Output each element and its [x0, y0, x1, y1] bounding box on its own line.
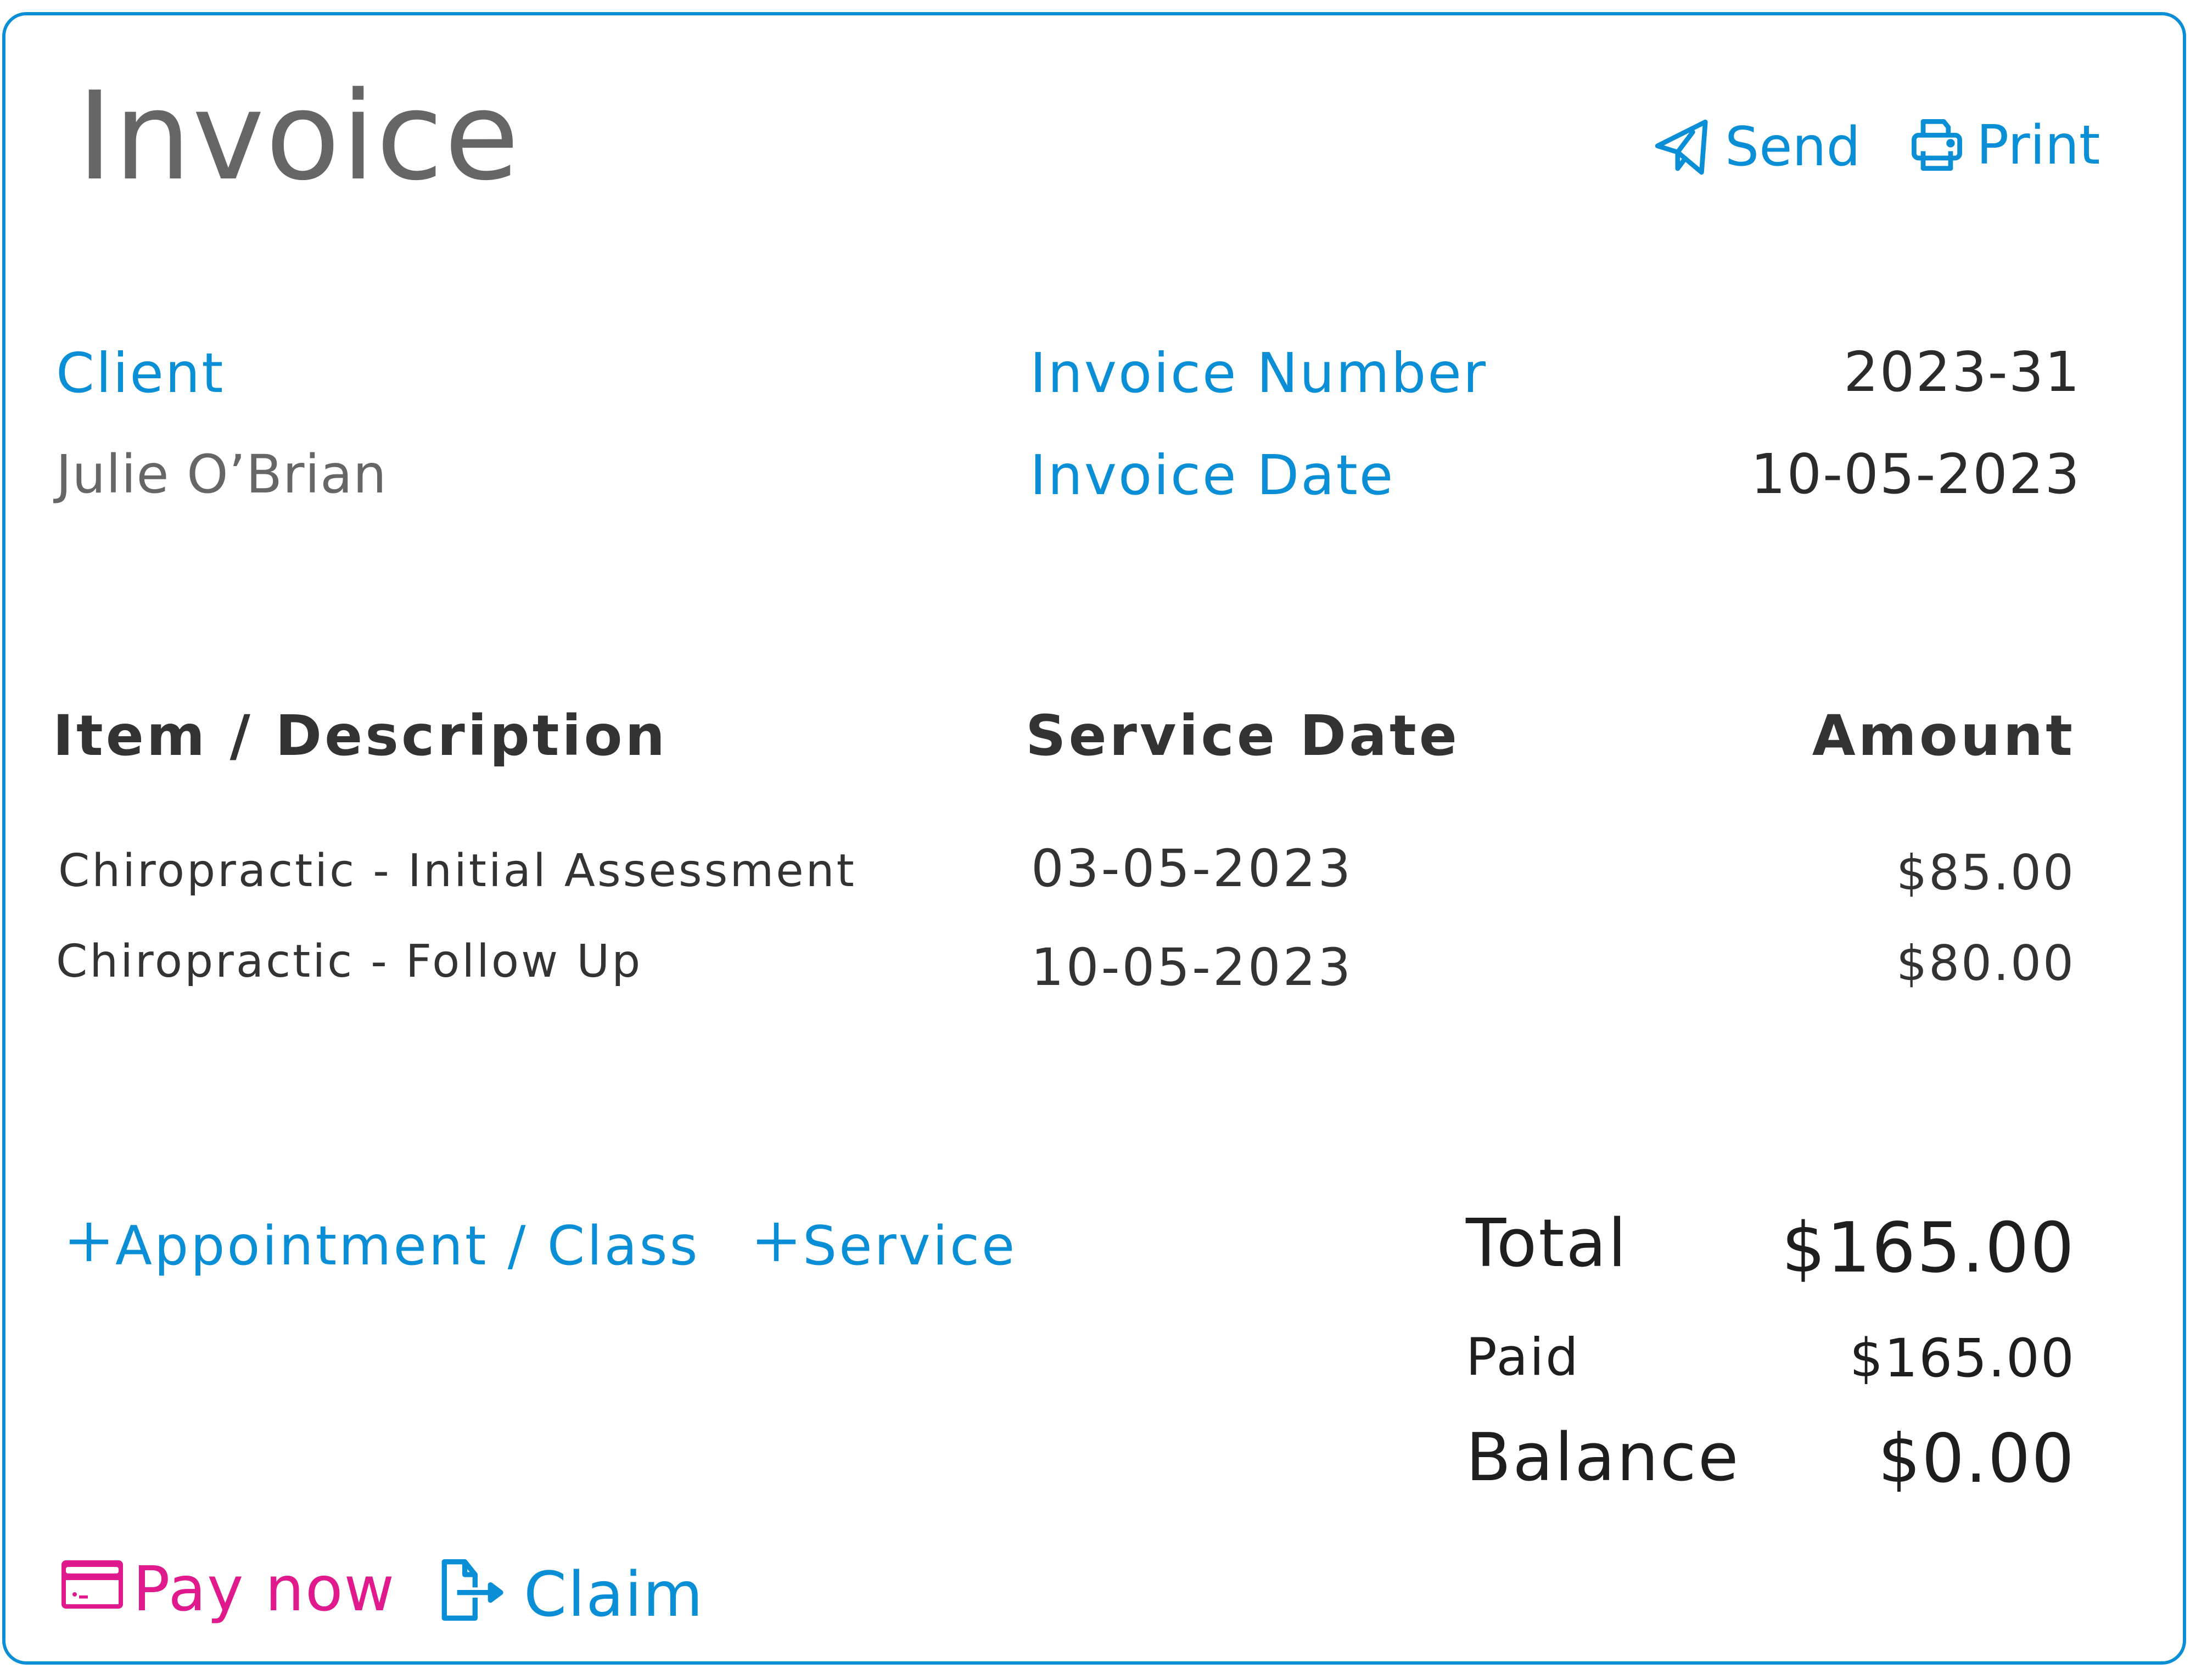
claim-label: Claim [524, 1559, 704, 1631]
add-service-label: Service [803, 1215, 1017, 1278]
invoice-date-value: 10-05-2023 [1750, 442, 2081, 506]
page-title: Invoice [77, 66, 520, 208]
row-service-date: 10-05-2023 [1031, 938, 1353, 998]
column-header-amount: Amount [1812, 703, 2075, 769]
print-button[interactable]: Print [1909, 117, 2100, 174]
invoice-number-label: Invoice Number [1030, 341, 1488, 405]
pay-now-button[interactable]: Pay now [59, 1558, 395, 1621]
add-service-button[interactable]: Service [753, 1219, 1017, 1274]
credit-card-icon [59, 1558, 125, 1621]
row-service-date: 03-05-2023 [1031, 839, 1353, 899]
file-export-icon [439, 1556, 516, 1634]
print-label: Print [1976, 114, 2100, 177]
paper-plane-icon [1652, 117, 1713, 177]
printer-icon [1909, 117, 1964, 174]
send-label: Send [1725, 116, 1861, 178]
paid-value: $165.00 [1850, 1328, 2075, 1389]
balance-value: $0.00 [1878, 1420, 2075, 1498]
client-label: Client [56, 341, 225, 405]
send-button[interactable]: Send [1652, 117, 1861, 177]
row-description: Chiropractic - Initial Assessment [58, 845, 856, 897]
add-appointment-class-label: Appointment / Class [115, 1215, 700, 1278]
paid-label: Paid [1466, 1328, 1580, 1387]
column-header-item: Item / Description [53, 703, 668, 769]
invoice-number-value: 2023-31 [1844, 340, 2081, 404]
row-amount: $80.00 [1896, 935, 2075, 992]
total-label: Total [1466, 1206, 1628, 1282]
pay-now-label: Pay now [133, 1554, 396, 1625]
plus-icon [753, 1219, 799, 1274]
balance-label: Balance [1466, 1420, 1740, 1496]
plus-icon [66, 1219, 112, 1274]
total-value: $165.00 [1781, 1207, 2075, 1288]
add-appointment-class-button[interactable]: Appointment / Class [66, 1219, 700, 1274]
invoice-card: Invoice Send Print Client Julie O’Brian … [2, 12, 2186, 1665]
row-description: Chiropractic - Follow Up [56, 936, 643, 988]
invoice-date-label: Invoice Date [1030, 443, 1395, 507]
row-amount: $85.00 [1896, 844, 2075, 901]
client-name[interactable]: Julie O’Brian [56, 448, 387, 501]
claim-button[interactable]: Claim [439, 1556, 704, 1634]
column-header-service-date: Service Date [1026, 703, 1460, 769]
